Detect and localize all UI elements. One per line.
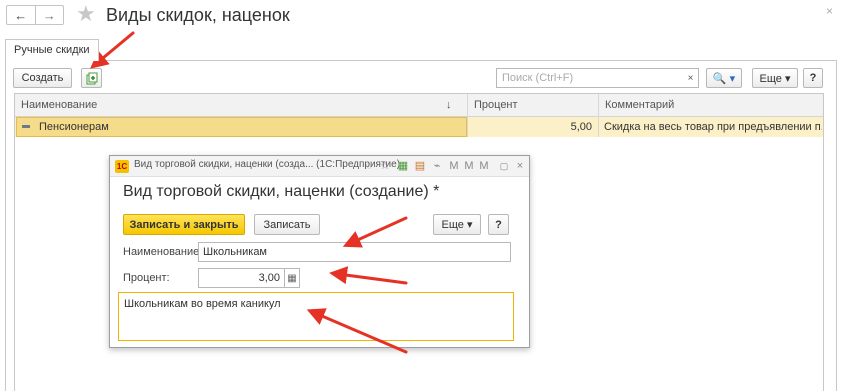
annotation-arrow [329, 266, 408, 285]
annotation-arrows [90, 31, 408, 354]
annotation-arrow [90, 31, 135, 69]
annotation-arrow [342, 216, 408, 248]
annotation-arrow [306, 308, 408, 354]
tab-manual-discounts[interactable]: Ручные скидки [5, 39, 99, 61]
